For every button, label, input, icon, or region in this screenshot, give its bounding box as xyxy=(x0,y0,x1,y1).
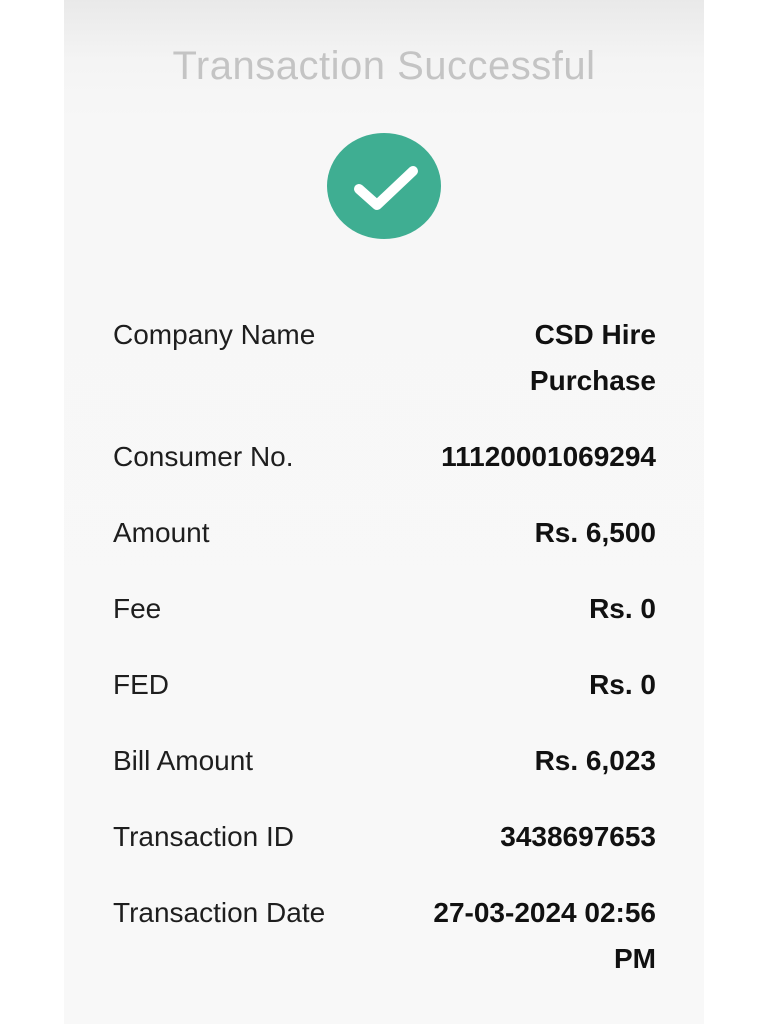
detail-row-fee: Fee Rs. 0 xyxy=(113,592,656,632)
detail-value: Rs. 0 xyxy=(589,669,656,700)
detail-row-transaction-date: Transaction Date 27-03-2024 02:56 PM xyxy=(113,896,656,982)
detail-row-fed: FED Rs. 0 xyxy=(113,668,656,708)
detail-label: Consumer No. xyxy=(113,441,294,472)
detail-value: Rs. 6,023 xyxy=(534,745,656,776)
transaction-details: Company Name CSD Hire Purchase Consumer … xyxy=(113,318,656,1018)
detail-label: Fee xyxy=(113,593,162,624)
detail-row-company-name: Company Name CSD Hire Purchase xyxy=(113,318,656,404)
detail-value: Rs. 0 xyxy=(589,593,656,624)
detail-label: FED xyxy=(113,669,169,700)
detail-value: 27-03-2024 02:56 PM xyxy=(433,897,656,974)
checkmark-icon xyxy=(354,166,418,210)
success-badge xyxy=(327,133,441,239)
detail-value: 11120001069294 xyxy=(441,441,656,472)
detail-label: Bill Amount xyxy=(113,745,254,776)
page-title: Transaction Successful xyxy=(172,44,596,88)
detail-row-consumer-no: Consumer No. 11120001069294 xyxy=(113,440,656,480)
detail-label: Transaction Date xyxy=(113,897,326,928)
receipt-card: Transaction Successful Company Name CSD … xyxy=(64,0,704,1024)
detail-value: 3438697653 xyxy=(500,821,656,852)
detail-label: Transaction ID xyxy=(113,821,295,852)
detail-value: CSD Hire Purchase xyxy=(529,319,656,396)
detail-value: Rs. 6,500 xyxy=(534,517,656,548)
detail-row-transaction-id: Transaction ID 3438697653 xyxy=(113,820,656,860)
detail-label: Amount xyxy=(113,517,210,548)
detail-label: Company Name xyxy=(113,319,316,350)
detail-row-bill-amount: Bill Amount Rs. 6,023 xyxy=(113,744,656,784)
detail-row-amount: Amount Rs. 6,500 xyxy=(113,516,656,556)
